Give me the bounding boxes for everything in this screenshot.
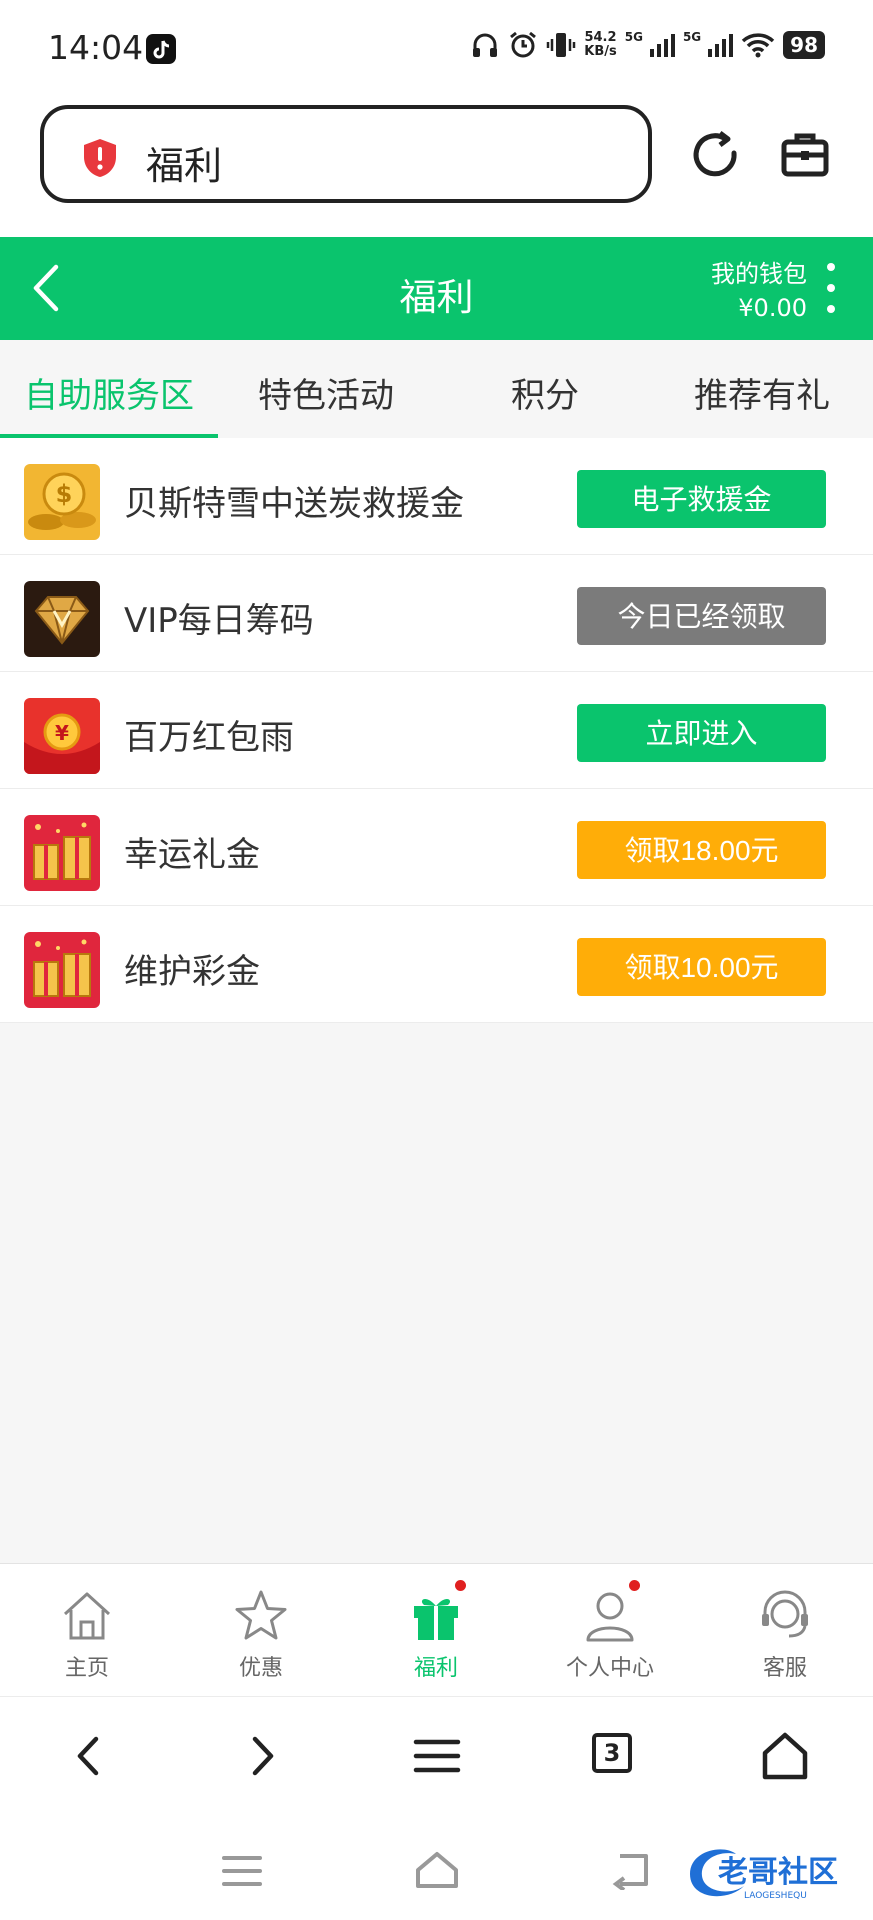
address-bar[interactable]: 福利 [40, 105, 652, 203]
category-tabs: 自助服务区 特色活动 积分 推荐有礼 [0, 340, 873, 438]
notification-dot [629, 1580, 640, 1591]
nav-label: 客服 [762, 1656, 807, 1681]
vip-diamond-icon [24, 581, 100, 657]
browser-toolbar: 3 [0, 1696, 873, 1821]
browser-address-area: 福利 [0, 95, 873, 237]
tab-count-icon[interactable]: 3 [592, 1733, 632, 1773]
headphones-icon [470, 30, 500, 60]
signal-2-label: 5G [682, 30, 702, 44]
nav-promotions[interactable]: 优惠 [201, 1588, 321, 1682]
system-navigation-bar: 老哥社区 LAOGESHEQU [0, 1820, 873, 1920]
watermark-subtext: LAOGESHEQU [744, 1891, 807, 1901]
lucky-gift-icon [24, 815, 100, 891]
app-header: 福利 我的钱包 ¥0.00 [0, 237, 873, 340]
nav-profile[interactable]: 个人中心 [550, 1580, 670, 1682]
battery-indicator: 98 [783, 31, 825, 59]
wallet-amount: ¥0.00 [738, 294, 807, 322]
svg-text:$: $ [56, 480, 73, 508]
network-speed-unit: KB/s [584, 44, 617, 59]
welfare-list: $ 贝斯特雪中送炭救援金 电子救援金 VIP每日筹码 今日已经领取 ¥ 百万红包… [0, 438, 873, 1023]
item-action-button[interactable]: 电子救援金 [577, 470, 826, 528]
nav-customer-service[interactable]: 客服 [725, 1588, 845, 1682]
vibrate-icon [546, 30, 576, 60]
nav-label: 优惠 [238, 1656, 283, 1681]
toolbox-icon[interactable] [780, 129, 830, 183]
wallet-label: 我的钱包 [711, 260, 807, 288]
tab-self-service[interactable]: 自助服务区 [24, 368, 194, 417]
security-shield-icon[interactable] [80, 137, 120, 183]
list-item: 维护彩金 领取10.00元 [0, 906, 873, 1023]
system-home-icon[interactable] [414, 1850, 460, 1894]
nav-label: 主页 [64, 1656, 109, 1681]
address-url-text: 福利 [146, 144, 223, 188]
browser-back-icon[interactable] [68, 1731, 108, 1785]
wifi-icon [741, 32, 775, 58]
red-envelope-icon: ¥ [24, 698, 100, 774]
item-action-button[interactable]: 今日已经领取 [577, 587, 826, 645]
headset-icon [762, 1590, 808, 1638]
browser-forward-icon[interactable] [243, 1731, 283, 1785]
nav-label: 福利 [413, 1656, 458, 1681]
item-name: 贝斯特雪中送炭救援金 [124, 484, 464, 524]
tab-referral-rewards[interactable]: 推荐有礼 [694, 368, 830, 417]
network-speed: 54.2 KB/s [584, 31, 616, 59]
tiktok-notification-icon [146, 34, 176, 64]
signal-2-icon [707, 33, 734, 57]
status-icons: 54.2 KB/s 5G 5G 98 [470, 30, 825, 60]
signal-1-icon [649, 33, 675, 57]
nav-welfare[interactable]: 福利 [376, 1580, 496, 1682]
notification-dot [455, 1580, 466, 1591]
gold-coins-icon: $ [24, 464, 100, 540]
item-name: VIP每日筹码 [124, 601, 314, 641]
list-item: VIP每日筹码 今日已经领取 [0, 555, 873, 672]
more-menu-icon[interactable] [827, 263, 837, 326]
item-action-button[interactable]: 领取10.00元 [577, 938, 826, 996]
bottom-tab-bar: 主页 优惠 福利 个人中心 客服 [0, 1563, 873, 1697]
list-item: ¥ 百万红包雨 立即进入 [0, 672, 873, 789]
star-icon [235, 1590, 287, 1640]
watermark-text: 老哥社区 [718, 1855, 838, 1890]
tab-points[interactable]: 积分 [511, 368, 579, 417]
svg-text:¥: ¥ [55, 721, 69, 745]
home-icon [63, 1592, 111, 1640]
lucky-gift-icon [24, 932, 100, 1008]
list-item: 幸运礼金 领取18.00元 [0, 789, 873, 906]
item-action-button[interactable]: 立即进入 [577, 704, 826, 762]
system-back-icon[interactable] [610, 1852, 650, 1894]
watermark-logo: 老哥社区 LAOGESHEQU [678, 1840, 868, 1904]
nav-label: 个人中心 [565, 1656, 654, 1681]
browser-menu-icon[interactable] [412, 1731, 462, 1785]
system-menu-icon[interactable] [222, 1854, 262, 1892]
network-speed-value: 54.2 [584, 30, 617, 45]
item-name: 维护彩金 [124, 952, 260, 992]
list-item: $ 贝斯特雪中送炭救援金 电子救援金 [0, 438, 873, 555]
browser-home-icon[interactable] [761, 1731, 809, 1785]
gift-icon [414, 1598, 458, 1640]
status-bar: 14:04 54.2 KB/s 5G 5G 98 [0, 0, 873, 95]
status-time: 14:04 [48, 28, 144, 67]
item-name: 百万红包雨 [124, 718, 294, 758]
item-action-button[interactable]: 领取18.00元 [577, 821, 826, 879]
tab-featured-activities[interactable]: 特色活动 [258, 368, 394, 417]
refresh-icon[interactable] [690, 129, 742, 185]
wallet-summary[interactable]: 我的钱包 ¥0.00 [711, 257, 807, 325]
alarm-icon [508, 30, 538, 60]
nav-home[interactable]: 主页 [27, 1588, 147, 1682]
signal-1-label: 5G [624, 30, 643, 44]
item-name: 幸运礼金 [124, 835, 260, 875]
user-icon [586, 1592, 634, 1642]
